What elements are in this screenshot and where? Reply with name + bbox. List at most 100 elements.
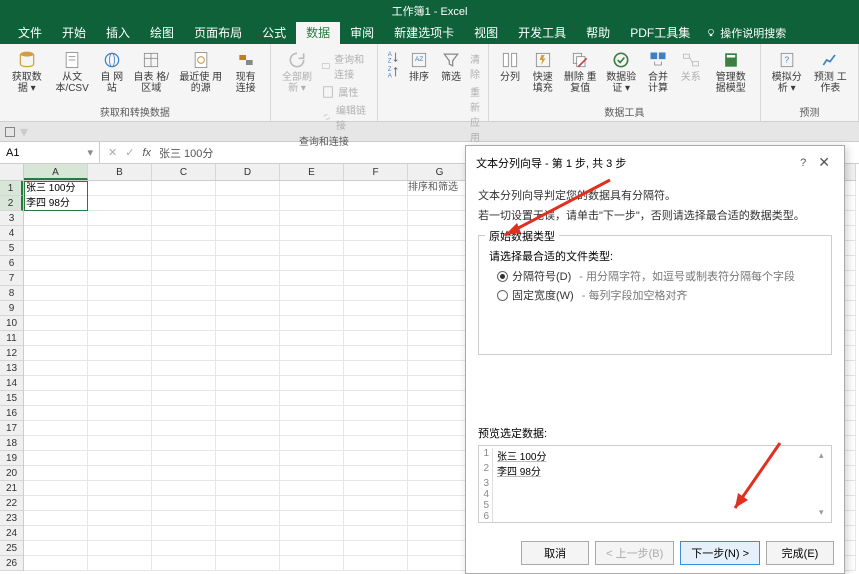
scroll-down-icon[interactable]: ▾ <box>819 507 829 518</box>
cell[interactable] <box>88 226 152 241</box>
row-header-2[interactable]: 2 <box>0 196 23 211</box>
cell[interactable] <box>280 391 344 406</box>
cell[interactable] <box>88 211 152 226</box>
cell[interactable] <box>24 556 88 571</box>
cell[interactable] <box>344 556 408 571</box>
cell[interactable] <box>216 481 280 496</box>
cell[interactable] <box>408 541 472 556</box>
cell[interactable] <box>408 181 472 196</box>
cell[interactable] <box>152 421 216 436</box>
reapply-item[interactable]: 重新应用 <box>468 83 482 145</box>
flash-fill-button[interactable]: 快速填充 <box>527 48 558 96</box>
row-header-26[interactable]: 26 <box>0 556 23 571</box>
cell[interactable] <box>344 361 408 376</box>
cell[interactable] <box>344 496 408 511</box>
sort-button[interactable]: AZ排序 <box>404 48 434 178</box>
cell[interactable] <box>88 361 152 376</box>
cell[interactable] <box>344 421 408 436</box>
cell[interactable] <box>216 196 280 211</box>
cell[interactable] <box>88 496 152 511</box>
cell[interactable] <box>344 511 408 526</box>
cell[interactable] <box>88 481 152 496</box>
cell[interactable] <box>88 466 152 481</box>
tab-data[interactable]: 数据 <box>296 22 340 44</box>
from-text-csv-button[interactable]: 从文 本/CSV <box>49 48 94 96</box>
cell[interactable] <box>24 271 88 286</box>
whatif-button[interactable]: ?模拟分析 ▾ <box>767 48 807 96</box>
cell[interactable] <box>344 181 408 196</box>
cell[interactable] <box>344 286 408 301</box>
cell[interactable] <box>408 256 472 271</box>
cell[interactable] <box>24 481 88 496</box>
edit-links-item[interactable]: 编辑链接 <box>319 101 371 133</box>
radio-delimited-input[interactable] <box>497 271 508 282</box>
cell[interactable] <box>216 436 280 451</box>
cell[interactable] <box>408 211 472 226</box>
cell[interactable] <box>24 361 88 376</box>
cell[interactable] <box>216 181 280 196</box>
cell[interactable] <box>344 466 408 481</box>
recent-sources-button[interactable]: 最近使 用的源 <box>176 48 226 96</box>
cell[interactable] <box>152 316 216 331</box>
cell[interactable] <box>408 496 472 511</box>
cell[interactable] <box>216 316 280 331</box>
from-web-button[interactable]: 自 网站 <box>97 48 127 96</box>
sort-asc-icon[interactable]: AZ <box>386 50 400 64</box>
cell[interactable] <box>152 286 216 301</box>
cell[interactable] <box>280 211 344 226</box>
cell[interactable] <box>408 421 472 436</box>
cell[interactable] <box>24 256 88 271</box>
cell[interactable] <box>88 556 152 571</box>
cell[interactable] <box>408 331 472 346</box>
cell[interactable] <box>216 256 280 271</box>
row-header-7[interactable]: 7 <box>0 271 23 286</box>
cell[interactable] <box>216 556 280 571</box>
cell[interactable] <box>24 451 88 466</box>
relationships-button[interactable]: 关系 <box>676 48 706 96</box>
text-to-columns-button[interactable]: 分列 <box>495 48 525 96</box>
cell[interactable] <box>280 286 344 301</box>
cell[interactable] <box>280 271 344 286</box>
col-header-e[interactable]: E <box>280 164 344 180</box>
cell[interactable] <box>152 451 216 466</box>
cell[interactable] <box>408 271 472 286</box>
cell[interactable] <box>280 481 344 496</box>
cell[interactable] <box>216 226 280 241</box>
data-model-button[interactable]: 管理数 据模型 <box>708 48 754 96</box>
cell[interactable] <box>408 466 472 481</box>
cell[interactable] <box>408 391 472 406</box>
row-header-5[interactable]: 5 <box>0 241 23 256</box>
cell[interactable] <box>88 256 152 271</box>
cell[interactable] <box>280 511 344 526</box>
cell[interactable] <box>280 316 344 331</box>
cell[interactable] <box>280 526 344 541</box>
cell[interactable] <box>152 361 216 376</box>
cell[interactable] <box>88 301 152 316</box>
row-header-10[interactable]: 10 <box>0 316 23 331</box>
queries-connections-item[interactable]: 查询和连接 <box>319 50 371 82</box>
cell[interactable] <box>88 391 152 406</box>
row-header-11[interactable]: 11 <box>0 331 23 346</box>
cell[interactable] <box>344 211 408 226</box>
tab-home[interactable]: 开始 <box>52 22 96 44</box>
cell[interactable] <box>152 196 216 211</box>
cell[interactable] <box>408 376 472 391</box>
row-header-13[interactable]: 13 <box>0 361 23 376</box>
cell[interactable] <box>344 391 408 406</box>
properties-item[interactable]: 属性 <box>319 83 371 100</box>
cell[interactable] <box>152 331 216 346</box>
cell[interactable] <box>280 496 344 511</box>
cell[interactable] <box>280 421 344 436</box>
cell[interactable] <box>408 301 472 316</box>
cell[interactable] <box>408 346 472 361</box>
row-header-12[interactable]: 12 <box>0 346 23 361</box>
row-header-1[interactable]: 1 <box>0 181 23 196</box>
cell[interactable] <box>152 436 216 451</box>
cell[interactable] <box>24 316 88 331</box>
row-header-16[interactable]: 16 <box>0 406 23 421</box>
cell[interactable] <box>280 256 344 271</box>
cell[interactable] <box>280 376 344 391</box>
cell[interactable] <box>344 331 408 346</box>
row-header-22[interactable]: 22 <box>0 496 23 511</box>
col-header-c[interactable]: C <box>152 164 216 180</box>
